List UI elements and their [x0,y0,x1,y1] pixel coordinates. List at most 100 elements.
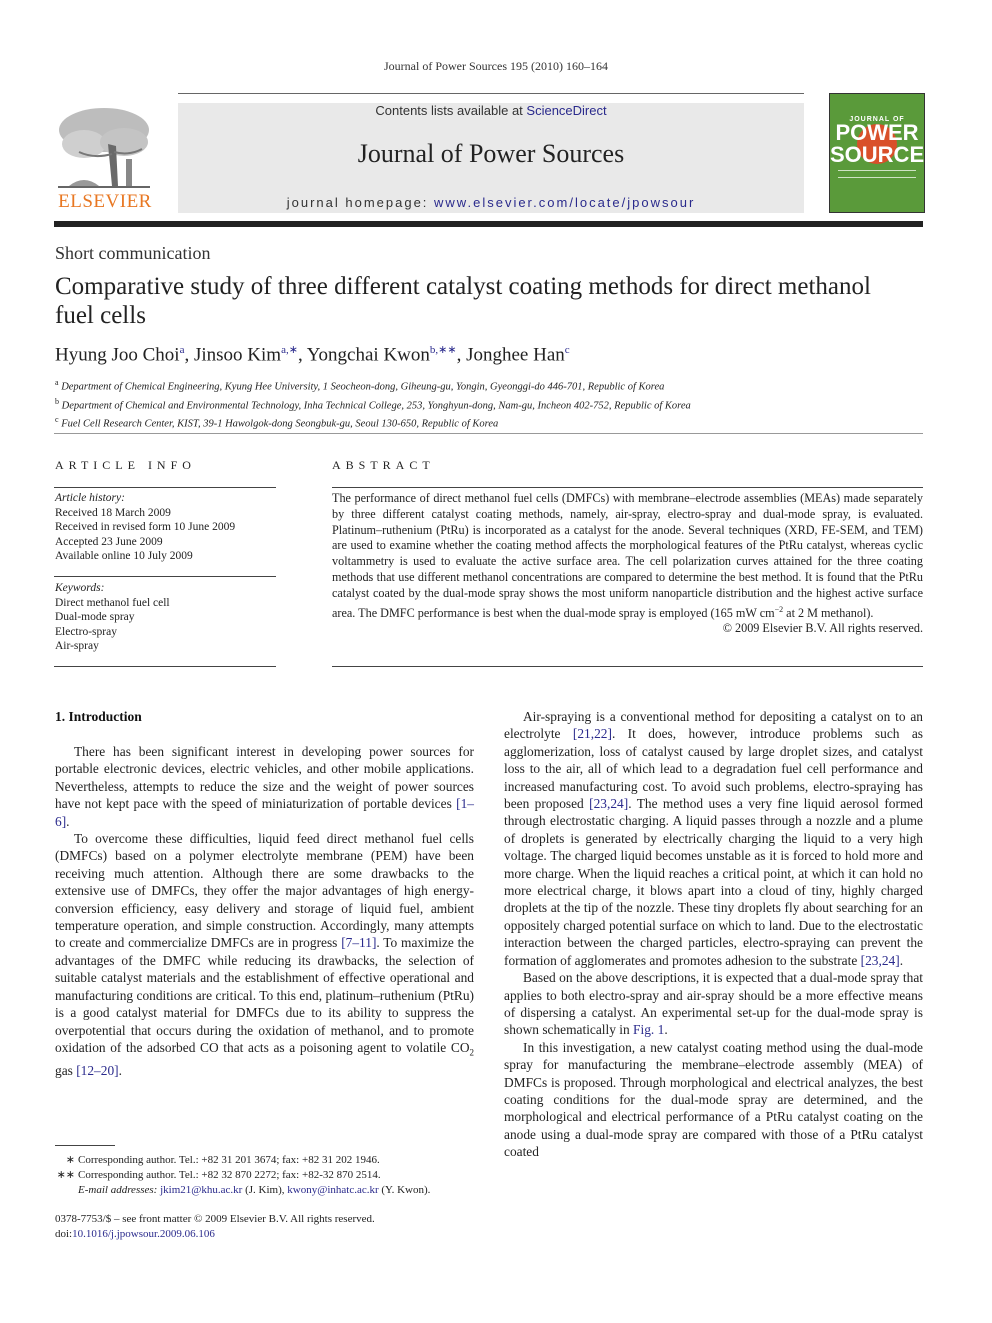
footnote-emails: E-mail addresses: jkim21@khu.ac.kr (J. K… [55,1183,485,1198]
paragraph-text: To overcome these difficulties, liquid f… [55,831,474,951]
journal-cover-image[interactable]: JOURNAL OF POWERSOURCES [829,93,925,213]
article-info-rule [54,487,276,488]
history-item: Available online 10 July 2009 [55,550,193,562]
email-owner: (Y. Kwon). [378,1184,431,1196]
affil-mark: a [55,378,59,387]
paragraph: Air-spraying is a conventional method fo… [504,709,924,968]
journal-homepage-link[interactable]: www.elsevier.com/locate/jpowsour [434,195,695,210]
left-column: There has been significant interest in d… [55,743,474,1079]
affiliation: b Department of Chemical and Environment… [55,395,691,414]
email-link[interactable]: kwony@inhatc.ac.kr [287,1184,378,1196]
citation-link[interactable]: [23,24] [861,953,900,968]
homepage-prefix: journal homepage: [286,195,435,210]
article-info-bottom-rule [54,666,276,667]
history-item: Accepted 23 June 2009 [55,535,163,548]
author-affil-mark[interactable]: a [180,344,185,356]
email-owner: (J. Kim), [242,1184,288,1196]
cover-line3: SOURCES [830,142,925,167]
article-info-heading: ARTICLE INFO [55,458,196,472]
cover-subtitle-lines [838,170,916,178]
paragraph-text: . To maximize the advantages of the DMFC… [55,935,475,1055]
citation-link[interactable]: [12–20] [76,1063,118,1078]
paragraph: Based on the above descriptions, it is e… [504,970,923,1038]
keyword: Direct methanol fuel cell [55,596,170,609]
author-affil-mark[interactable]: a,∗ [281,344,298,356]
author-name: Jinsoo Kim [193,344,282,366]
citation-link[interactable]: [23,24] [589,796,628,811]
paragraph-text: . The method uses a very fine liquid aer… [504,796,923,968]
keyword: Dual-mode spray [55,611,135,623]
author-affil-mark[interactable]: b,∗∗ [430,344,457,356]
footnote-mark: ∗∗ [56,1169,75,1181]
doi-line: doi:10.1016/j.jpowsour.2009.06.106 [55,1227,375,1242]
citation-link[interactable]: [21,22] [573,726,612,741]
front-matter-text: 0378-7753/$ – see front matter © 2009 El… [55,1213,375,1225]
history-label: Article history: [55,492,125,504]
paragraph: There has been significant interest in d… [55,744,474,829]
footnote-text: Corresponding author. Tel.: +82 32 870 2… [78,1169,381,1181]
contents-prefix: Contents lists available at [375,103,527,118]
homepage-line: journal homepage: www.elsevier.com/locat… [178,195,804,210]
email-link[interactable]: jkim21@khu.ac.kr [160,1184,242,1196]
right-column: Air-spraying is a conventional method fo… [504,708,923,1161]
footnote-mark: ∗ [65,1154,75,1166]
affiliation-rule [54,433,923,434]
history-item: Received in revised form 10 June 2009 [55,521,236,533]
abstract-body-end: at 2 M methanol). [783,605,874,620]
header-rule [178,93,804,94]
doi-label: doi: [55,1228,73,1240]
paragraph-text: In this investigation, a new catalyst co… [504,1039,923,1160]
footnote-text: Corresponding author. Tel.: +82 31 201 3… [78,1154,380,1166]
author-list: Hyung Joo Choia, Jinsoo Kima,∗, Yongchai… [55,344,570,366]
author-name: Yongchai Kwon [306,344,430,366]
contents-line: Contents lists available at ScienceDirec… [178,103,804,118]
author-affil-mark[interactable]: c [565,344,570,356]
author-name: Jonghee Han [466,344,565,366]
email-label: E-mail addresses: [78,1184,158,1196]
abstract-rule [332,487,923,488]
abstract-body: The performance of direct methanol fuel … [332,491,923,620]
citation-link[interactable]: [7–11] [341,935,376,950]
running-head: Journal of Power Sources 195 (2010) 160–… [384,59,608,73]
affiliation: c Fuel Cell Research Center, KIST, 39-1 … [55,413,691,432]
paragraph: To overcome these difficulties, liquid f… [55,831,475,1078]
abstract-sup: −2 [774,604,784,614]
affil-text: Department of Chemical and Environmental… [61,400,691,411]
footnote: ∗ Corresponding author. Tel.: +82 31 201 … [55,1153,485,1168]
history-item: Received 18 March 2009 [55,506,171,519]
subscript: 2 [469,1047,475,1058]
affiliations: a Department of Chemical Engineering, Ky… [55,376,691,432]
front-matter: 0378-7753/$ – see front matter © 2009 El… [55,1212,375,1242]
paragraph-text: Based on the above descriptions, it is e… [504,970,923,1038]
keywords-rule [54,576,276,577]
journal-masthead: Contents lists available at ScienceDirec… [178,103,804,213]
sciencedirect-link[interactable]: ScienceDirect [526,103,606,118]
abstract-copyright: © 2009 Elsevier B.V. All rights reserved… [722,621,923,636]
affil-text: Fuel Cell Research Center, KIST, 39-1 Ha… [61,418,499,430]
cover-title: POWERSOURCES [830,122,924,166]
elsevier-tree-icon [54,104,154,192]
abstract-heading: ABSTRACT [332,458,435,472]
doi-link[interactable]: 10.1016/j.jpowsour.2009.06.106 [72,1228,215,1240]
section-heading-introduction: 1. Introduction [55,709,142,724]
footnote-rule [55,1145,115,1146]
article-title: Comparative study of three different cat… [55,273,871,329]
paragraph-text: There has been significant interest in d… [55,744,474,812]
paragraph-text: gas [55,1062,77,1078]
affil-mark: c [55,415,59,424]
keywords-label: Keywords: [55,582,105,594]
keyword: Electro-spray [55,625,117,638]
author-name: Hyung Joo Choi [55,344,180,366]
elsevier-logo[interactable]: ELSEVIER [54,104,156,216]
footnotes: ∗ Corresponding author. Tel.: +82 31 201 … [55,1153,485,1198]
abstract-text: The performance of direct methanol fuel … [332,491,923,637]
article-history: Article history: Received 18 March 2009 … [55,491,235,564]
masthead-thick-rule [54,221,923,227]
journal-title: Journal of Power Sources [357,139,625,168]
keyword: Air-spray [55,640,99,652]
elsevier-wordmark: ELSEVIER [58,191,152,212]
figure-link[interactable]: Fig. 1 [633,1022,664,1037]
footnote: ∗∗ Corresponding author. Tel.: +82 32 870… [55,1168,485,1183]
paragraph: In this investigation, a new catalyst co… [504,1039,923,1161]
affil-text: Department of Chemical Engineering, Kyun… [61,381,665,393]
